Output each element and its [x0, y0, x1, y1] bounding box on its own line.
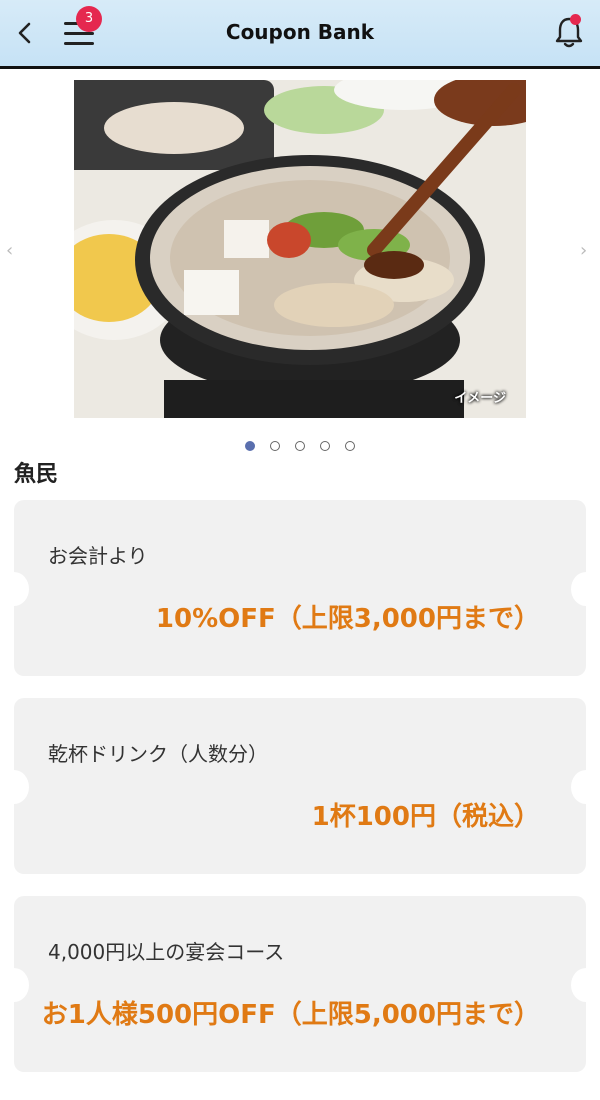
carousel-pagination: [0, 436, 600, 455]
image-caption: イメージ: [454, 391, 506, 406]
carousel-next-button[interactable]: ›: [580, 240, 587, 261]
carousel-dot-1[interactable]: [244, 441, 255, 451]
coupon-benefit: 1杯100円（税込）: [311, 802, 540, 832]
carousel-dot-5[interactable]: [345, 441, 356, 451]
coupon-benefit: お1人様500円OFF（上限5,000円まで）: [41, 1000, 540, 1030]
ticket-notch: [571, 572, 586, 606]
carousel-prev-button[interactable]: ‹: [6, 240, 13, 261]
shop-name: 魚民: [14, 462, 59, 487]
coupon-condition: 4,000円以上の宴会コース: [48, 940, 285, 964]
ticket-notch: [14, 968, 29, 1002]
carousel-dot-4[interactable]: [320, 441, 331, 451]
carousel-dot-2[interactable]: [269, 441, 280, 451]
carousel-dot-3[interactable]: [295, 441, 305, 451]
coupon-card[interactable]: 4,000円以上の宴会コース お1人様500円OFF（上限5,000円まで）: [14, 896, 586, 1072]
notification-dot: [570, 14, 581, 25]
page-title: Coupon Bank: [225, 20, 375, 44]
carousel-image[interactable]: イメージ: [74, 80, 526, 418]
ticket-notch: [571, 968, 586, 1002]
ticket-notch: [571, 770, 586, 804]
ticket-notch: [14, 770, 29, 804]
coupon-card[interactable]: 乾杯ドリンク（人数分） 1杯100円（税込）: [14, 698, 586, 874]
coupon-benefit: 10%OFF（上限3,000円まで）: [155, 604, 540, 634]
app-header: 3 Coupon Bank: [0, 0, 600, 69]
coupon-condition: 乾杯ドリンク（人数分）: [48, 742, 268, 766]
hotpot-photo: [74, 80, 526, 418]
ticket-notch: [14, 572, 29, 606]
coupon-card[interactable]: お会計より 10%OFF（上限3,000円まで）: [14, 500, 586, 676]
coupon-condition: お会計より: [48, 544, 148, 568]
